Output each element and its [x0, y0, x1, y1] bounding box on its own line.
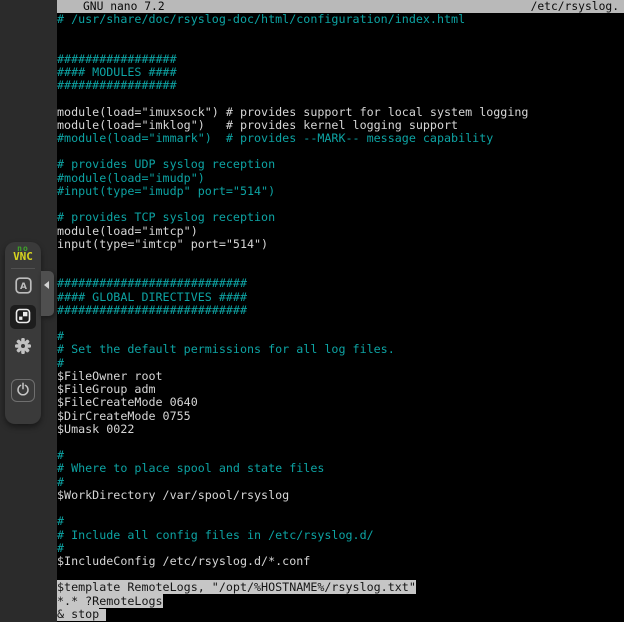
text-cursor: [99, 609, 106, 621]
terminal-line: # Set the default permissions for all lo…: [57, 343, 624, 356]
terminal-window: GNU nano 7.2 /etc/rsyslog. # /usr/share/…: [57, 0, 624, 622]
keyboard-a-icon: A: [15, 277, 32, 297]
terminal-line: [57, 317, 624, 330]
extra-keys-button[interactable]: A: [10, 275, 36, 299]
svg-text:A: A: [20, 282, 27, 292]
terminal-line: [57, 436, 624, 449]
terminal-lines: # /usr/share/doc/rsyslog-doc/html/config…: [57, 13, 624, 621]
terminal-line: # Where to place spool and state files: [57, 462, 624, 475]
terminal-screen[interactable]: # /usr/share/doc/rsyslog-doc/html/config…: [57, 13, 624, 622]
terminal-line: $DirCreateMode 0755: [57, 410, 624, 423]
control-bar-handle[interactable]: [41, 271, 54, 316]
terminal-line: $IncludeConfig /etc/rsyslog.d/*.conf: [57, 555, 624, 568]
open-file-path: /etc/rsyslog.: [531, 0, 619, 13]
fullscreen-icon: [15, 308, 31, 327]
terminal-line: #module(load="immark") # provides --MARK…: [57, 132, 624, 145]
novnc-logo-bottom: VNC: [13, 253, 33, 261]
fullscreen-button[interactable]: [10, 305, 36, 329]
terminal-line: #input(type="imudp" port="514"): [57, 185, 624, 198]
terminal-line: # Include all config files in /etc/rsysl…: [57, 529, 624, 542]
terminal-line: ###########################: [57, 304, 624, 317]
terminal-line: # /usr/share/doc/rsyslog-doc/html/config…: [57, 13, 624, 26]
terminal-line: [57, 502, 624, 515]
terminal-line: $WorkDirectory /var/spool/rsyslog: [57, 489, 624, 502]
disconnect-button[interactable]: [11, 379, 35, 402]
power-icon: [16, 382, 30, 399]
terminal-line: & stop: [57, 608, 624, 621]
terminal-line: [57, 26, 624, 39]
novnc-logo: no VNC: [13, 245, 33, 261]
gear-icon: [14, 337, 32, 358]
panel-divider: [11, 268, 35, 269]
collapse-left-arrow-icon: [44, 281, 49, 289]
terminal-line: input(type="imtcp" port="514"): [57, 238, 624, 251]
settings-button[interactable]: [10, 335, 36, 359]
terminal-line: *.* ?RemoteLogs: [57, 595, 624, 608]
terminal-line: $Umask 0022: [57, 423, 624, 436]
terminal-line: [57, 251, 624, 264]
novnc-control-bar: no VNC A: [5, 242, 41, 424]
terminal-line: $template RemoteLogs, "/opt/%HOSTNAME%/r…: [57, 581, 624, 594]
terminal-line: #################: [57, 79, 624, 92]
